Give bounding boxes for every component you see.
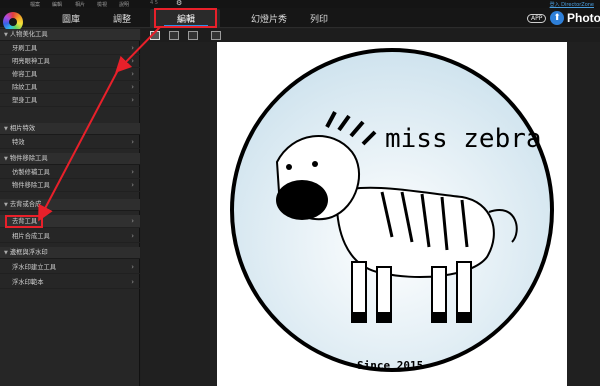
version-indicator: 4 5 bbox=[150, 0, 158, 6]
chevron-right-icon: › bbox=[131, 181, 134, 189]
sidebar-item-bright-eyes[interactable]: 明亮眼神工具 › bbox=[0, 55, 140, 68]
chevron-right-icon: › bbox=[131, 232, 134, 240]
chevron-right-icon: › bbox=[131, 57, 134, 65]
menu-help[interactable]: 說明 bbox=[119, 1, 129, 8]
sidebar-item-contour[interactable]: 修容工具 › bbox=[0, 68, 140, 81]
sidebar-item-composer[interactable]: 相片合成工具 › bbox=[0, 230, 140, 243]
view-compare-icon[interactable] bbox=[169, 31, 179, 40]
sidebar-item-watermark-template[interactable]: 浮水印範本 › bbox=[0, 276, 140, 289]
view-single-icon[interactable] bbox=[150, 31, 160, 40]
section-frames-watermark[interactable]: ▼ 邊框與浮水印 bbox=[0, 247, 140, 259]
tools-sidebar: ▼ 人物美化工具 牙刷工具 › 明亮眼神工具 › 修容工具 › 除紋工具 › 塑身工具 › … bbox=[0, 29, 140, 386]
menu-view[interactable]: 檢視 bbox=[97, 1, 107, 8]
sidebar-item-wrinkle[interactable]: 除紋工具 › bbox=[0, 81, 140, 94]
zebra-illustration: miss zebra Since 2015 bbox=[230, 48, 554, 372]
sidebar-item-teeth[interactable]: 牙刷工具 › bbox=[0, 42, 140, 55]
view-grid-icon[interactable] bbox=[188, 31, 198, 40]
tab-print[interactable]: 列印 bbox=[310, 12, 328, 25]
tab-library[interactable]: 圖庫 bbox=[62, 12, 80, 25]
chevron-right-icon: › bbox=[131, 217, 134, 225]
sidebar-item-effects[interactable]: 特效 › bbox=[0, 136, 140, 149]
chevron-right-icon: › bbox=[131, 263, 134, 271]
chevron-right-icon: › bbox=[131, 138, 134, 146]
section-effects[interactable]: ▼ 相片特效 bbox=[0, 123, 140, 135]
app-badge[interactable]: APP bbox=[527, 14, 547, 23]
annotation-box-cutout bbox=[5, 215, 43, 228]
sidebar-item-clone[interactable]: 仿製修補工具 › bbox=[0, 166, 140, 179]
upload-icon[interactable]: ⬆ bbox=[550, 11, 564, 25]
menu-file[interactable]: 檔案 bbox=[30, 1, 40, 8]
module-tab-bar: 圖庫 調整 編輯 幻燈片秀 列印 APP ⬆ Photo bbox=[0, 8, 600, 32]
menu-bar: 檔案 編輯 相片 檢視 說明 4 5 ⚙ 登入 DirectorZone bbox=[0, 0, 600, 8]
photo-preview: miss zebra Since 2015 bbox=[217, 42, 567, 386]
tab-slideshow[interactable]: 幻燈片秀 bbox=[251, 12, 287, 25]
chevron-right-icon: › bbox=[131, 83, 134, 91]
sidebar-item-watermark-creator[interactable]: 浮水印建立工具 › bbox=[0, 261, 140, 274]
brand-name: Photo bbox=[567, 11, 600, 25]
settings-gear-icon[interactable]: ⚙ bbox=[176, 0, 182, 7]
section-cutout[interactable]: ▼ 去背或合成 bbox=[0, 199, 140, 211]
section-object-removal[interactable]: ▼ 物件移除工具 bbox=[0, 153, 140, 165]
photo-title-text: miss zebra bbox=[385, 124, 542, 154]
chevron-right-icon: › bbox=[131, 44, 134, 52]
chevron-right-icon: › bbox=[131, 278, 134, 286]
annotation-box-edit-tab bbox=[154, 8, 217, 28]
view-dual-icon[interactable] bbox=[211, 31, 221, 40]
section-beautify[interactable]: ▼ 人物美化工具 bbox=[0, 29, 140, 41]
chevron-right-icon: › bbox=[131, 70, 134, 78]
sidebar-item-object-removal[interactable]: 物件移除工具 › bbox=[0, 179, 140, 192]
chevron-right-icon: › bbox=[131, 96, 134, 104]
tab-adjust[interactable]: 調整 bbox=[113, 12, 131, 25]
menu-edit[interactable]: 編輯 bbox=[52, 1, 62, 8]
chevron-right-icon: › bbox=[131, 168, 134, 176]
sidebar-item-body-shaper[interactable]: 塑身工具 › bbox=[0, 94, 140, 107]
menu-photo[interactable]: 相片 bbox=[75, 1, 85, 8]
photo-footer-text: Since 2015 bbox=[357, 359, 423, 372]
login-link[interactable]: 登入 DirectorZone bbox=[550, 1, 594, 8]
view-toolbar bbox=[141, 29, 600, 42]
